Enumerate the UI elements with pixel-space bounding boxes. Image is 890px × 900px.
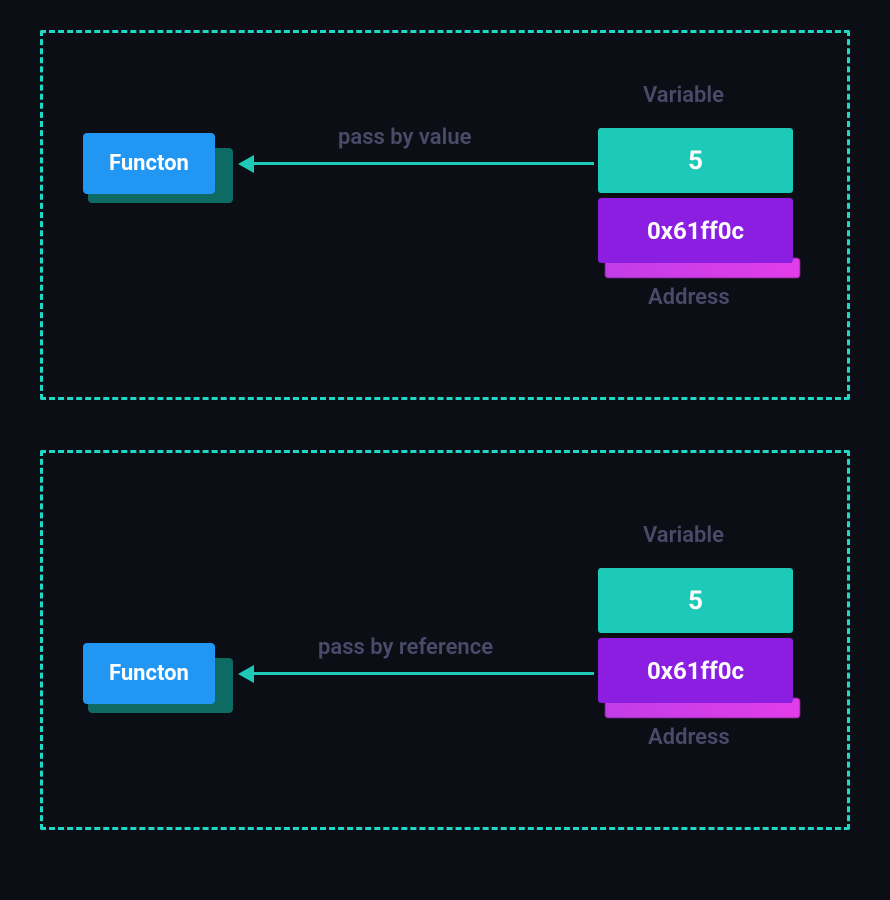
address-box: 0x61ff0c [598, 638, 793, 703]
address-box: 0x61ff0c [598, 198, 793, 263]
variable-label: Variable [643, 523, 724, 548]
function-box: Functon [83, 133, 215, 194]
arrow-head-icon [238, 665, 254, 683]
function-box: Functon [83, 643, 215, 704]
arrow-label: pass by reference [318, 635, 493, 660]
arrow-label: pass by value [338, 125, 471, 150]
address-text: 0x61ff0c [647, 657, 744, 685]
value-text: 5 [688, 586, 703, 616]
pass-by-value-panel: Functon pass by value Variable 5 0x61ff0… [40, 30, 850, 400]
address-text: 0x61ff0c [647, 217, 744, 245]
function-label: Functon [109, 151, 189, 176]
arrow-line [254, 162, 594, 165]
variable-label: Variable [643, 83, 724, 108]
value-box: 5 [598, 568, 793, 633]
arrow-line [254, 672, 594, 675]
value-box: 5 [598, 128, 793, 193]
address-label: Address [648, 725, 730, 750]
arrow-head-icon [238, 155, 254, 173]
pass-by-reference-panel: Variable 5 Functon pass by reference 0x6… [40, 450, 850, 830]
value-text: 5 [688, 146, 703, 176]
function-label: Functon [109, 661, 189, 686]
address-label: Address [648, 285, 730, 310]
